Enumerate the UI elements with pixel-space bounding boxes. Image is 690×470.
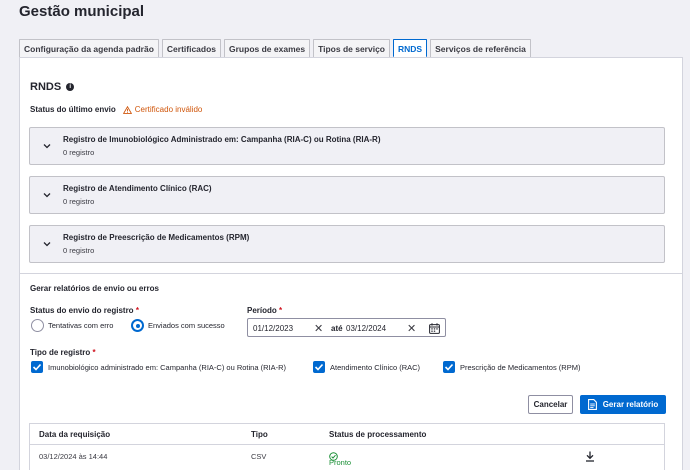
tab-tipos-servico[interactable]: Tipos de serviço xyxy=(313,39,391,58)
download-icon[interactable] xyxy=(585,451,595,462)
cancel-button[interactable]: Cancelar xyxy=(528,395,573,414)
checkbox-label: Atendimento Clínico (RAC) xyxy=(330,362,421,372)
checkbox-prescricao[interactable]: Prescrição de Medicamentos (RPM) xyxy=(443,361,580,373)
page-title: Gestão municipal xyxy=(19,3,145,20)
chevron-down-icon xyxy=(43,242,51,247)
period-range-input[interactable]: 01/12/2023 ✕ até 03/12/2024 ✕ xyxy=(247,318,446,337)
warning-icon xyxy=(122,105,132,114)
status-value: Certificado inválido xyxy=(134,105,203,114)
status-label: Status do último envio xyxy=(30,105,116,114)
report-section-title: Gerar relatórios de envio ou erros xyxy=(30,284,159,293)
radio-tentativas-erro[interactable]: Tentativas com erro xyxy=(31,319,113,332)
clear-end-icon[interactable]: ✕ xyxy=(407,322,416,335)
period-end-input[interactable]: 03/12/2024 xyxy=(346,324,386,333)
column-header: Tipo xyxy=(251,430,268,439)
radio-circle-selected[interactable] xyxy=(131,319,144,332)
status-text: Pronto xyxy=(329,458,352,467)
rnds-heading: RNDS i xyxy=(30,81,75,93)
accordion-ria[interactable]: Registro de Imunobiológico Administrado … xyxy=(29,127,665,165)
period-start-input[interactable]: 01/12/2023 xyxy=(253,324,293,333)
rnds-title: RNDS xyxy=(30,81,62,93)
column-header: Data da requisição xyxy=(39,430,111,439)
column-header: Status de processamento xyxy=(329,430,427,439)
checkbox-atendimento-clinico[interactable]: Atendimento Clínico (RAC) xyxy=(313,361,420,373)
requests-table: Data da requisição Tipo Status de proces… xyxy=(29,423,665,470)
required-mark: * xyxy=(279,306,283,315)
clear-start-icon[interactable]: ✕ xyxy=(314,322,323,335)
cell-status: Pronto xyxy=(329,452,351,467)
rnds-card: RNDS i Status do último envio Certificad… xyxy=(19,57,683,470)
cell-date: 03/12/2024 às 14:44 xyxy=(39,452,108,461)
chevron-down-icon xyxy=(43,193,51,198)
generate-report-label: Gerar relatório xyxy=(602,400,659,409)
check-icon xyxy=(32,363,42,371)
tab-rnds[interactable]: RNDS xyxy=(393,39,428,58)
section-divider xyxy=(20,273,682,274)
checkbox-label: Imunobiológico administrado em: Campanha… xyxy=(48,362,287,372)
checkbox-checked[interactable] xyxy=(31,361,43,373)
accordion-count: 0 registro xyxy=(63,197,95,206)
checkbox-imunobiologico[interactable]: Imunobiológico administrado em: Campanha… xyxy=(31,361,286,373)
chevron-down-icon xyxy=(43,144,51,149)
period-label: Período * xyxy=(247,306,283,315)
checkbox-checked[interactable] xyxy=(443,361,455,373)
document-icon xyxy=(587,399,597,410)
accordion-title: Registro de Preescrição de Medicamentos … xyxy=(63,233,250,242)
checkbox-checked[interactable] xyxy=(313,361,325,373)
check-icon xyxy=(444,363,454,371)
generate-report-button[interactable]: Gerar relatório xyxy=(580,395,666,414)
accordion-count: 0 registro xyxy=(63,246,95,255)
accordion-count: 0 registro xyxy=(63,148,95,157)
table-header: Data da requisição Tipo Status de proces… xyxy=(30,424,664,445)
check-icon xyxy=(314,363,324,371)
required-mark: * xyxy=(92,348,96,357)
accordion-rpm[interactable]: Registro de Preescrição de Medicamentos … xyxy=(29,225,665,263)
radio-label: Enviados com sucesso xyxy=(148,321,225,330)
tab-grupos-exames[interactable]: Grupos de exames xyxy=(224,39,311,58)
radio-enviados-sucesso[interactable]: Enviados com sucesso xyxy=(131,319,225,332)
tab-bar: Configuração da agenda padrão Certificad… xyxy=(19,39,534,58)
accordion-title: Registro de Atendimento Clínico (RAC) xyxy=(63,184,212,193)
required-mark: * xyxy=(135,306,139,315)
accordion-rac[interactable]: Registro de Atendimento Clínico (RAC) 0 … xyxy=(29,176,665,214)
checkbox-label: Prescrição de Medicamentos (RPM) xyxy=(460,362,581,372)
table-row: 03/12/2024 às 14:44 CSV Pronto xyxy=(30,446,664,468)
radio-label: Tentativas com erro xyxy=(48,321,114,330)
send-status-label: Status do envio do registro * xyxy=(30,306,139,315)
last-send-status: Status do último envio Certificado invál… xyxy=(30,105,202,114)
tab-certificados[interactable]: Certificados xyxy=(161,39,222,58)
period-separator: até xyxy=(331,324,343,333)
calendar-icon[interactable] xyxy=(429,323,440,334)
tab-agenda-padrao[interactable]: Configuração da agenda padrão xyxy=(19,39,159,58)
tab-servicos-referencia[interactable]: Serviços de referência xyxy=(430,39,531,58)
accordion-title: Registro de Imunobiológico Administrado … xyxy=(63,135,381,144)
record-type-label: Tipo de registro * xyxy=(30,348,96,357)
radio-circle[interactable] xyxy=(31,319,44,332)
info-icon[interactable]: i xyxy=(66,83,75,91)
cell-type: CSV xyxy=(251,452,267,461)
